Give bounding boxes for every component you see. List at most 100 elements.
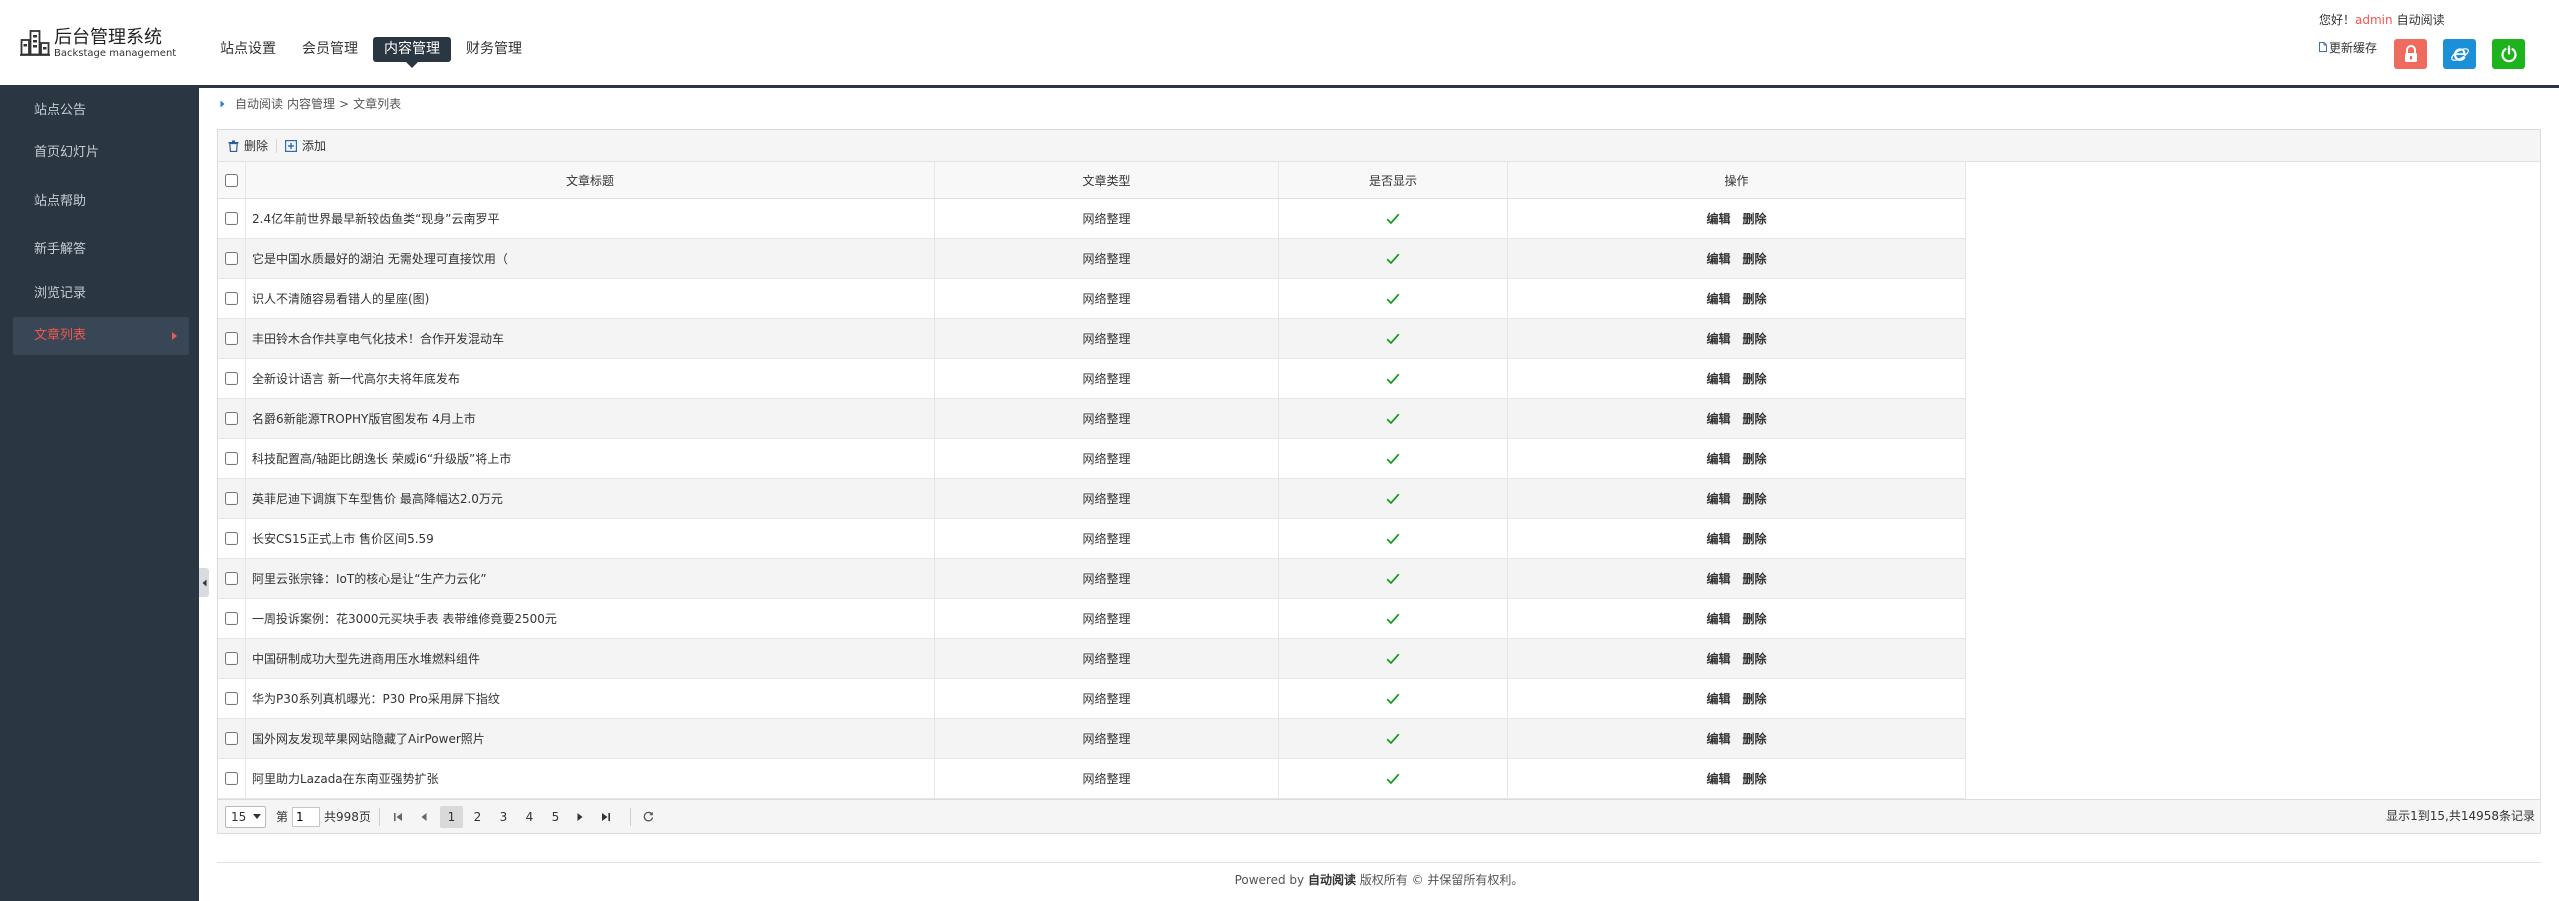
table-row[interactable]: 华为P30系列真机曝光：P30 Pro采用屏下指纹 网络整理 编辑 删除 (218, 679, 1966, 719)
logo[interactable]: 后台管理系统 Backstage management (0, 0, 190, 85)
row-checkbox[interactable] (225, 372, 238, 385)
table-row[interactable]: 2.4亿年前世界最早新较齿鱼类“现身”云南罗平 网络整理 编辑 删除 (218, 199, 1966, 239)
delete-link[interactable]: 删除 (1743, 650, 1767, 667)
table-row[interactable]: 丰田铃木合作共享电气化技术！合作开发混动车 网络整理 编辑 删除 (218, 319, 1966, 359)
table-row[interactable]: 英菲尼迪下调旗下车型售价 最高降幅达2.0万元 网络整理 编辑 删除 (218, 479, 1966, 519)
page-link-1[interactable]: 1 (439, 805, 463, 828)
edit-link[interactable]: 编辑 (1706, 450, 1730, 467)
table-row[interactable]: 国外网友发现苹果网站隐藏了AirPower照片 网络整理 编辑 删除 (218, 719, 1966, 759)
delete-link[interactable]: 删除 (1743, 530, 1767, 547)
nav-item-finance-management[interactable]: 财务管理 (455, 37, 533, 62)
breadcrumb-section[interactable]: 内容管理 (287, 96, 335, 112)
delete-link[interactable]: 删除 (1743, 370, 1767, 387)
row-checkbox[interactable] (225, 532, 238, 545)
table-row[interactable]: 中国研制成功大型先进商用压水堆燃料组件 网络整理 编辑 删除 (218, 639, 1966, 679)
delete-link[interactable]: 删除 (1743, 770, 1767, 787)
delete-link[interactable]: 删除 (1743, 210, 1767, 227)
row-checkbox[interactable] (225, 652, 238, 665)
delete-link[interactable]: 删除 (1743, 410, 1767, 427)
next-page-button[interactable] (570, 806, 590, 828)
row-checkbox-cell (218, 719, 246, 758)
article-type: 网络整理 (935, 479, 1279, 518)
table-row[interactable]: 全新设计语言 新一代高尔夫将年底发布 网络整理 编辑 删除 (218, 359, 1966, 399)
sidebar-item-browse-history[interactable]: 浏览记录 (13, 275, 189, 313)
delete-link[interactable]: 删除 (1743, 450, 1767, 467)
delete-link[interactable]: 删除 (1743, 690, 1767, 707)
edit-link[interactable]: 编辑 (1706, 530, 1730, 547)
add-button[interactable]: 添加 (279, 135, 332, 157)
edit-link[interactable]: 编辑 (1706, 250, 1730, 267)
table-row[interactable]: 阿里助力Lazada在东南亚强势扩张 网络整理 编辑 删除 (218, 759, 1966, 799)
delete-link[interactable]: 删除 (1743, 490, 1767, 507)
edit-link[interactable]: 编辑 (1706, 370, 1730, 387)
edit-link[interactable]: 编辑 (1706, 210, 1730, 227)
row-checkbox[interactable] (225, 732, 238, 745)
sidebar-item-site-help[interactable]: 站点帮助 (13, 183, 189, 221)
username[interactable]: admin (2355, 13, 2393, 27)
edit-link[interactable]: 编辑 (1706, 650, 1730, 667)
edit-link[interactable]: 编辑 (1706, 770, 1730, 787)
delete-link[interactable]: 删除 (1743, 570, 1767, 587)
refresh-cache-link[interactable]: 更新缓存 (2319, 39, 2377, 55)
select-all-checkbox[interactable] (225, 173, 238, 187)
delete-button[interactable]: 删除 (222, 135, 274, 157)
table-row[interactable]: 长安CS15正式上市 售价区间5.59 网络整理 编辑 删除 (218, 519, 1966, 559)
table-row[interactable]: 一周投诉案例：花3000元买块手表 表带维修竟要2500元 网络整理 编辑 删除 (218, 599, 1966, 639)
nav-item-site-settings[interactable]: 站点设置 (209, 37, 287, 62)
row-checkbox[interactable] (225, 692, 238, 705)
edit-link[interactable]: 编辑 (1706, 330, 1730, 347)
table-row[interactable]: 它是中国水质最好的湖泊 无需处理可直接饮用（ 网络整理 编辑 删除 (218, 239, 1966, 279)
sidebar-item-article-list[interactable]: 文章列表 (13, 317, 189, 355)
row-checkbox[interactable] (225, 412, 238, 425)
table-row[interactable]: 科技配置高/轴距比朗逸长 荣威i6“升级版”将上市 网络整理 编辑 删除 (218, 439, 1966, 479)
sidebar-item-site-notice[interactable]: 站点公告 (13, 92, 189, 130)
nav-item-content-management[interactable]: 内容管理 (373, 37, 451, 68)
table-row[interactable]: 名爵6新能源TROPHY版官图发布 4月上市 网络整理 编辑 删除 (218, 399, 1966, 439)
edit-link[interactable]: 编辑 (1706, 610, 1730, 627)
ie-browser-button[interactable] (2443, 39, 2476, 69)
edit-link[interactable]: 编辑 (1706, 730, 1730, 747)
first-page-button[interactable] (388, 806, 408, 828)
delete-link[interactable]: 删除 (1743, 730, 1767, 747)
page-link-2[interactable]: 2 (466, 806, 489, 828)
row-checkbox[interactable] (225, 252, 238, 265)
sidebar-item-home-slides[interactable]: 首页幻灯片 (13, 134, 189, 172)
nav-item-member-management[interactable]: 会员管理 (291, 37, 369, 62)
prev-page-button[interactable] (414, 806, 434, 828)
row-checkbox[interactable] (225, 572, 238, 585)
page-link-5[interactable]: 5 (544, 806, 567, 828)
page-link-3[interactable]: 3 (492, 806, 515, 828)
row-checkbox[interactable] (225, 452, 238, 465)
delete-link[interactable]: 删除 (1743, 330, 1767, 347)
breadcrumb-root[interactable]: 自动阅读 (235, 96, 283, 112)
delete-link[interactable]: 删除 (1743, 250, 1767, 267)
row-checkbox[interactable] (225, 772, 238, 785)
row-checkbox[interactable] (225, 292, 238, 305)
table-row[interactable]: 识人不清随容易看错人的星座(图) 网络整理 编辑 删除 (218, 279, 1966, 319)
sidebar-collapse-handle[interactable] (199, 568, 209, 597)
edit-link[interactable]: 编辑 (1706, 570, 1730, 587)
edit-link[interactable]: 编辑 (1706, 690, 1730, 707)
delete-link[interactable]: 删除 (1743, 290, 1767, 307)
column-header-title[interactable]: 文章标题 (246, 162, 935, 198)
row-checkbox[interactable] (225, 492, 238, 505)
page-size-select[interactable]: 15 (225, 805, 266, 828)
sidebar-item-newbie-faq[interactable]: 新手解答 (13, 231, 189, 269)
last-page-button[interactable] (596, 806, 616, 828)
edit-link[interactable]: 编辑 (1706, 490, 1730, 507)
row-checkbox[interactable] (225, 212, 238, 225)
edit-link[interactable]: 编辑 (1706, 410, 1730, 427)
page-number-input[interactable] (292, 806, 321, 827)
logout-button[interactable] (2492, 39, 2525, 69)
row-checkbox[interactable] (225, 612, 238, 625)
column-header-visible[interactable]: 是否显示 (1279, 162, 1508, 198)
lock-button[interactable] (2394, 39, 2427, 69)
page-link-4[interactable]: 4 (518, 806, 541, 828)
delete-link[interactable]: 删除 (1743, 610, 1767, 627)
row-checkbox[interactable] (225, 332, 238, 345)
column-header-type[interactable]: 文章类型 (935, 162, 1279, 198)
refresh-button[interactable] (639, 806, 659, 828)
table-row[interactable]: 阿里云张宗锋：IoT的核心是让“生产力云化” 网络整理 编辑 删除 (218, 559, 1966, 599)
check-icon (1386, 573, 1400, 584)
edit-link[interactable]: 编辑 (1706, 290, 1730, 307)
